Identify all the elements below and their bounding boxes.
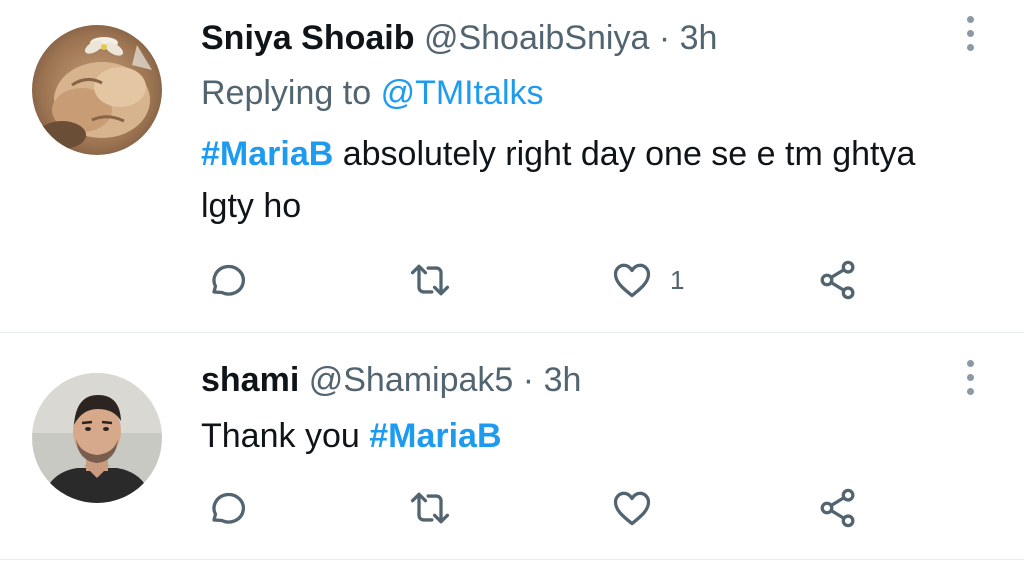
- like-button[interactable]: 1: [610, 255, 684, 305]
- tweet-header: Sniya Shoaib @ShoaibSniya · 3h: [201, 18, 717, 58]
- share-icon: [820, 260, 855, 300]
- handle[interactable]: @ShoaibSniya: [424, 19, 649, 57]
- heart-icon: [613, 263, 651, 298]
- tweet-text-content: Thank you: [201, 417, 370, 455]
- like-count: 1: [670, 264, 685, 295]
- retweet-icon: [410, 492, 450, 524]
- action-bar: [0, 483, 1024, 533]
- timestamp[interactable]: 3h: [544, 361, 582, 399]
- tweet-text: #MariaB absolutely right day one se e tm…: [201, 128, 961, 232]
- tweet-2[interactable]: shami @Shamipak5 · 3h Thank you #MariaB: [0, 333, 1024, 560]
- replying-to-handle[interactable]: @TMItalks: [381, 74, 544, 112]
- retweet-button[interactable]: [408, 255, 452, 305]
- retweet-icon: [410, 264, 450, 296]
- display-name[interactable]: shami: [201, 361, 299, 399]
- reply-icon: [212, 492, 245, 524]
- reply-button[interactable]: [203, 483, 247, 533]
- action-bar: 1: [0, 255, 1024, 305]
- replying-to: Replying to @TMItalks: [201, 73, 544, 113]
- tweet-1[interactable]: Sniya Shoaib @ShoaibSniya · 3h Replying …: [0, 0, 1024, 333]
- handle[interactable]: @Shamipak5: [309, 361, 514, 399]
- tweet-text: Thank you #MariaB: [201, 410, 961, 462]
- share-button[interactable]: [816, 483, 860, 533]
- reply-icon: [212, 264, 245, 296]
- avatar[interactable]: [32, 25, 162, 155]
- display-name[interactable]: Sniya Shoaib: [201, 19, 415, 57]
- more-options-icon[interactable]: [962, 16, 978, 60]
- reply-button[interactable]: [203, 255, 247, 305]
- heart-icon: [613, 491, 651, 526]
- share-button[interactable]: [816, 255, 860, 305]
- like-button[interactable]: [610, 483, 654, 533]
- separator: ·: [658, 19, 671, 57]
- separator: ·: [522, 361, 535, 399]
- more-options-icon[interactable]: [962, 360, 978, 404]
- hashtag-link[interactable]: #MariaB: [369, 417, 501, 455]
- tweet-header: shami @Shamipak5 · 3h: [201, 360, 581, 400]
- replying-prefix: Replying to: [201, 74, 372, 112]
- timestamp[interactable]: 3h: [680, 19, 718, 57]
- cat-avatar-icon: [32, 25, 162, 155]
- retweet-button[interactable]: [408, 483, 452, 533]
- share-icon: [820, 488, 855, 528]
- hashtag-link[interactable]: #MariaB: [201, 135, 333, 173]
